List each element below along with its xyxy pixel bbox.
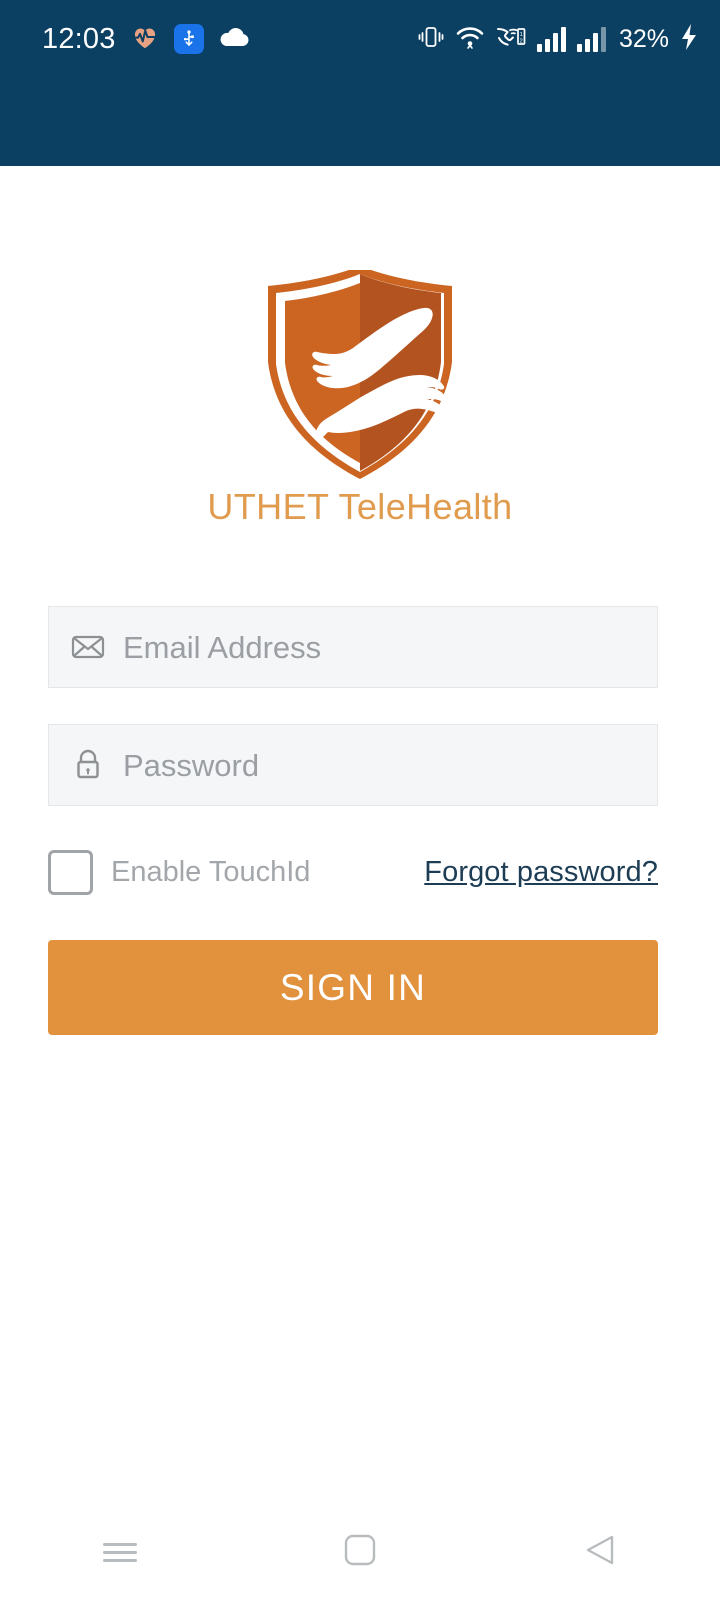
usb-icon [173, 24, 204, 54]
email-field[interactable]: Email Address [48, 606, 658, 688]
vowifi-call-icon: 1 2 [496, 24, 526, 55]
login-options-row: Enable TouchId Forgot password? [48, 844, 658, 900]
cloud-icon [218, 25, 250, 54]
recents-button[interactable] [0, 1504, 240, 1600]
status-bar-clock: 12:03 [42, 22, 116, 55]
battery-percent-label: 32% [618, 24, 669, 53]
sign-in-button[interactable]: SIGN IN [48, 940, 658, 1035]
status-bar-right-group: 1 2 32% [418, 23, 698, 56]
status-bar: 12:03 1 2 32% [0, 0, 720, 166]
charging-bolt-icon [680, 23, 698, 56]
enable-touchid-checkbox[interactable] [48, 849, 93, 895]
back-icon [582, 1533, 618, 1572]
svg-text:1: 1 [520, 32, 523, 38]
page-title: UTHET TeleHealth [207, 486, 513, 527]
login-screen: UTHET TeleHealth Email Address Password … [0, 166, 720, 1600]
heart-pulse-icon [130, 22, 160, 57]
signal-sim2-icon [576, 26, 606, 52]
app-logo [0, 270, 720, 480]
signal-sim1-icon [536, 26, 566, 52]
recents-icon [103, 1538, 137, 1567]
status-bar-left-group: 12:03 [42, 22, 250, 57]
password-placeholder: Password [123, 747, 260, 783]
enable-touchid-control[interactable]: Enable TouchId [48, 849, 311, 895]
vibrate-icon [418, 24, 444, 55]
forgot-password-link[interactable]: Forgot password? [424, 857, 658, 887]
enable-touchid-label: Enable TouchId [111, 855, 311, 888]
android-navigation-bar [0, 1504, 720, 1600]
back-button[interactable] [480, 1504, 720, 1600]
home-icon [343, 1533, 377, 1572]
uthet-shield-hands-logo [268, 270, 452, 479]
email-placeholder: Email Address [123, 629, 322, 665]
wifi-icon [455, 24, 485, 55]
home-button[interactable] [240, 1504, 480, 1600]
svg-text:2: 2 [520, 38, 523, 44]
login-form: Email Address Password Enable TouchId Fo… [48, 606, 658, 1035]
lock-icon [71, 748, 105, 782]
envelope-icon [71, 630, 105, 664]
status-bar-row: 12:03 1 2 32% [0, 18, 720, 60]
password-field[interactable]: Password [48, 724, 658, 806]
